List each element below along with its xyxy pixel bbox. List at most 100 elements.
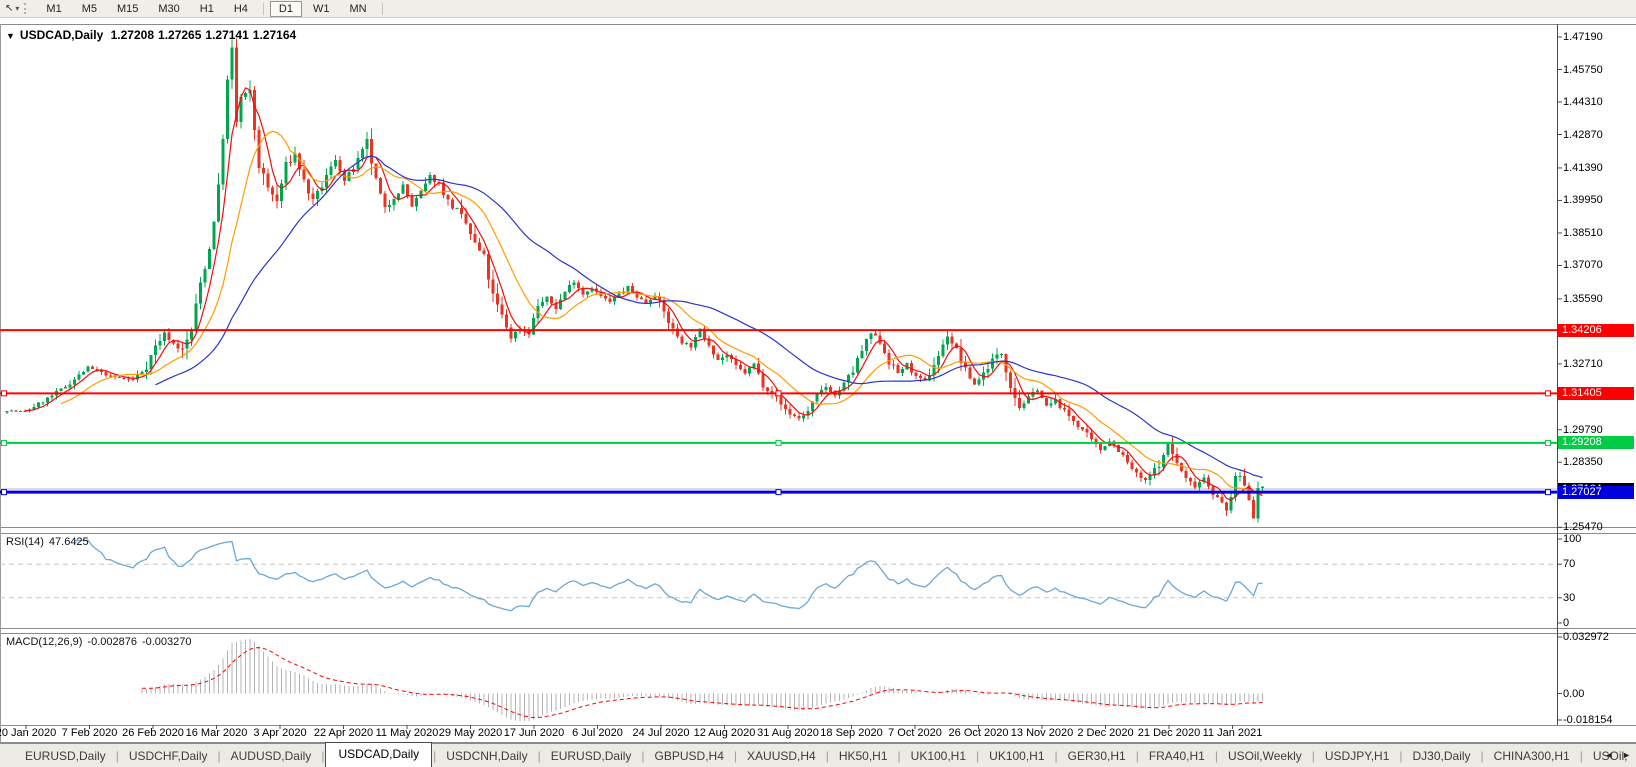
- tab-usdcnh-daily[interactable]: USDCNH,Daily: [437, 746, 536, 766]
- top-toolbar: ↖ ▾ M1 M5 M15 M30 H1 H4 D1 W1 MN: [0, 0, 1636, 18]
- tab-usdcad-daily[interactable]: USDCAD,Daily: [325, 742, 433, 767]
- price-axis-label: 1.39950: [1563, 194, 1603, 207]
- date-axis-label: 11 May 2020: [375, 727, 439, 739]
- date-axis-label: 13 Nov 2020: [1010, 727, 1074, 739]
- chart-canvas[interactable]: [0, 0, 1636, 767]
- line-handle[interactable]: [1, 390, 7, 397]
- tab-usoil-weekly[interactable]: USOil,Weekly: [1219, 746, 1311, 766]
- price-axis-label: 1.37070: [1563, 259, 1603, 272]
- tab-uk100-h1[interactable]: UK100,H1: [980, 746, 1053, 766]
- chart-title: ▼ USDCAD,Daily 1.27208 1.27265 1.27141 1.271…: [6, 28, 300, 42]
- tab-fra40-h1[interactable]: FRA40,H1: [1140, 746, 1214, 766]
- macd-name: MACD(12,26,9): [6, 636, 83, 648]
- date-axis-label: 18 Sep 2020: [820, 727, 883, 739]
- timeframe-button-m5[interactable]: M5: [73, 1, 106, 17]
- macd-indicator-label: MACD(12,26,9) -0.002876 -0.003270: [6, 636, 197, 648]
- price-axis-label: 1.45750: [1563, 63, 1603, 76]
- timeframe-buttons: M1 M5 M15 M30 H1 H4 D1 W1 MN: [36, 0, 387, 17]
- tab-xauusd-h4[interactable]: XAUUSD,H4: [738, 746, 825, 766]
- tab-uk100-h1[interactable]: UK100,H1: [902, 746, 975, 766]
- tab-scroll-right-icon[interactable]: ►: [1622, 750, 1631, 760]
- tab-usdchf-daily[interactable]: USDCHF,Daily: [120, 746, 217, 766]
- date-axis-label: 6 Jul 2020: [572, 727, 623, 739]
- quote-open: 1.27208: [110, 28, 155, 42]
- tab-scroll-left-icon[interactable]: ◄: [1605, 750, 1614, 760]
- candlestick-series: [5, 38, 1264, 523]
- line-handle[interactable]: [775, 489, 782, 496]
- ma-slow-blue: [155, 155, 1263, 479]
- line-handle[interactable]: [1, 439, 7, 446]
- tab-ger30-h1[interactable]: GER30,H1: [1059, 746, 1135, 766]
- macd-axis-label: 0.032972: [1563, 631, 1609, 643]
- toolbar-grip-handle[interactable]: [24, 3, 29, 14]
- ma-mid-orange: [60, 130, 1263, 495]
- tab-audusd-daily[interactable]: AUDUSD,Daily: [222, 746, 321, 766]
- timeframe-button-w1[interactable]: W1: [304, 1, 339, 17]
- timeframe-button-m1[interactable]: M1: [37, 1, 70, 17]
- date-axis-label: 16 Mar 2020: [185, 727, 248, 739]
- date-axis-label: 22 Apr 2020: [313, 727, 374, 739]
- tab-scroll-buttons: ◄ ►: [1599, 750, 1631, 760]
- price-axis-label: 1.29790: [1563, 423, 1603, 436]
- macd-signal-value: -0.003270: [141, 636, 192, 648]
- price-axis-label: 1.44310: [1563, 96, 1603, 108]
- cursor-arrow-icon: ↖: [5, 3, 14, 14]
- price-axis-label: 1.38510: [1563, 226, 1603, 239]
- date-axis-label: 24 Jul 2020: [632, 727, 690, 739]
- price-axis-label: 1.47190: [1563, 31, 1603, 43]
- line-handle[interactable]: [1, 489, 7, 496]
- date-axis-label: 7 Feb 2020: [61, 727, 118, 739]
- quote-close: 1.27164: [252, 28, 297, 42]
- chevron-down-icon: ▾: [15, 4, 20, 13]
- rsi-indicator-label: RSI(14) 47.6425: [6, 536, 94, 548]
- macd-axis-label: 0.00: [1563, 687, 1585, 700]
- date-axis-label: 17 Jun 2020: [503, 727, 565, 739]
- line-handle[interactable]: [775, 439, 782, 446]
- tab-china300-h1[interactable]: CHINA300,H1: [1485, 746, 1579, 766]
- chart-menu-triangle-icon[interactable]: ▼: [6, 31, 15, 41]
- timeframe-button-mn[interactable]: MN: [340, 1, 375, 17]
- date-axis-label: 2 Dec 2020: [1077, 727, 1134, 739]
- line-handle[interactable]: [1545, 439, 1551, 446]
- date-axis-label: 26 Feb 2020: [122, 727, 184, 739]
- date-axis-label: 12 Aug 2020: [693, 727, 756, 739]
- line-handle[interactable]: [1545, 489, 1551, 496]
- date-axis-label: 29 May 2020: [438, 727, 503, 739]
- tab-eurusd-daily[interactable]: EURUSD,Daily: [542, 746, 641, 766]
- date-axis-label: 3 Apr 2020: [253, 727, 307, 739]
- price-axis-label: 1.25470: [1563, 521, 1603, 534]
- timeframe-button-h1[interactable]: H1: [191, 1, 223, 17]
- line-handle[interactable]: [775, 390, 782, 397]
- quote-low: 1.27141: [205, 28, 249, 42]
- date-axis-label: 20 Jan 2020: [0, 727, 57, 739]
- tab-gbpusd-h4[interactable]: GBPUSD,H4: [646, 746, 733, 766]
- rsi-axis-label: 30: [1563, 591, 1576, 604]
- hline-price-badge: 1.34206: [1558, 323, 1634, 337]
- timeframe-button-h4[interactable]: H4: [225, 1, 257, 17]
- quote-high: 1.27265: [158, 28, 202, 42]
- timeframe-button-m15[interactable]: M15: [108, 1, 147, 17]
- macd-main-value: -0.002876: [87, 636, 137, 648]
- tab-dj30-daily[interactable]: DJ30,Daily: [1404, 746, 1480, 766]
- price-axis-label: 1.28350: [1563, 456, 1603, 469]
- price-axis-label: 1.32710: [1563, 357, 1603, 370]
- line-handle[interactable]: [1545, 390, 1551, 397]
- date-axis-label: 21 Dec 2020: [1137, 727, 1201, 739]
- toolbar-separator: [262, 2, 264, 15]
- date-axis-label: 11 Jan 2021: [1202, 727, 1263, 739]
- tab-eurusd-daily[interactable]: EURUSD,Daily: [16, 746, 115, 766]
- timeframe-button-m30[interactable]: M30: [149, 1, 188, 17]
- timeframe-button-d1[interactable]: D1: [269, 0, 302, 17]
- date-axis-label: 7 Oct 2020: [888, 727, 942, 739]
- tab-hk50-h1[interactable]: HK50,H1: [830, 746, 897, 766]
- price-axis-label: 1.41390: [1563, 161, 1603, 174]
- symbol-tab-bar: EURUSD,Daily | USDCHF,Daily | AUDUSD,Daily | U…: [0, 742, 1636, 767]
- toolbar-separator: [381, 2, 383, 15]
- cursor-tool-icon[interactable]: ↖ ▾: [5, 3, 19, 14]
- date-axis-label: 31 Aug 2020: [757, 727, 819, 739]
- rsi-axis-label: 0: [1563, 617, 1570, 629]
- rsi-value: 47.6425: [48, 536, 89, 548]
- price-axis-label: 1.35590: [1563, 292, 1603, 305]
- rsi-axis-label: 100: [1563, 533, 1582, 545]
- tab-usdjpy-h1[interactable]: USDJPY,H1: [1316, 746, 1398, 766]
